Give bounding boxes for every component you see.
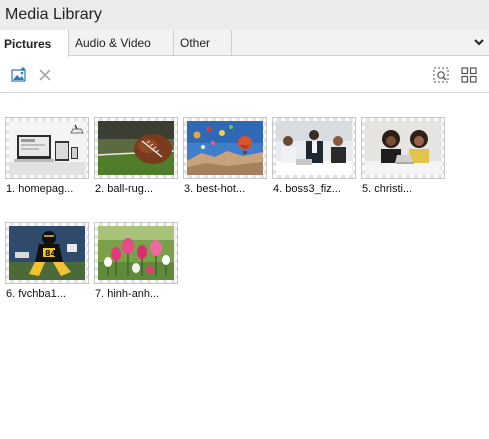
tab-audio-video[interactable]: Audio & Video [69,30,174,56]
football-player-image: 84 [9,226,85,280]
tab-pictures-label: Pictures [4,36,52,51]
media-grid: 1. homepag... 2. ball-rug... 3. best-hot… [0,94,489,439]
tab-other-label: Other [180,36,211,50]
grid-view-icon[interactable] [460,66,478,84]
media-item[interactable]: 2. ball-rug... [94,117,178,197]
media-caption: 5. christi... [362,183,413,195]
svg-text:84: 84 [45,249,57,258]
tab-bar: Pictures Audio & Video Other [0,30,489,57]
insert-picture-icon[interactable] [10,66,28,84]
media-caption: 2. ball-rug... [95,183,154,195]
media-caption: 6. fvchba1... [6,288,66,300]
media-item[interactable]: 7. hinh-anh... [94,222,178,302]
media-thumbnail[interactable] [5,117,89,179]
media-caption: 1. homepag... [6,183,74,195]
women-laptop-image [365,121,441,175]
media-thumbnail[interactable] [94,117,178,179]
media-thumbnail[interactable] [183,117,267,179]
media-caption: 7. hinh-anh... [95,288,160,300]
chevron-down-icon[interactable] [472,35,486,49]
media-caption: 3. best-hot... [184,183,246,195]
media-thumbnail[interactable] [94,222,178,284]
homepage-devices-image [9,121,85,175]
media-item[interactable]: 4. boss3_fiz... [272,117,356,197]
media-item[interactable]: 3. best-hot... [183,117,267,197]
media-caption: 4. boss3_fiz... [273,183,341,195]
media-thumbnail[interactable]: 84 [5,222,89,284]
media-thumbnail[interactable] [361,117,445,179]
panel-title: Media Library [5,6,102,23]
panel-title-bar: Media Library [0,0,489,30]
media-item[interactable]: 1. homepag... [5,117,89,197]
tulips-image [98,226,174,280]
delete-icon[interactable] [36,66,54,84]
media-library-panel: Media Library Pictures Audio & Video Oth… [0,0,489,439]
media-item[interactable]: 5. christi... [361,117,445,197]
media-item[interactable]: 84 6. fvchba1... [5,222,89,302]
media-thumbnail[interactable] [272,117,356,179]
tab-pictures[interactable]: Pictures [0,30,69,57]
hot-air-balloons-image [187,121,263,175]
business-meeting-image [276,121,352,175]
tab-audio-video-label: Audio & Video [75,36,151,50]
tab-other[interactable]: Other [174,30,232,56]
select-area-icon[interactable] [432,66,450,84]
rugby-ball-image [98,121,174,175]
toolbar [0,57,489,93]
